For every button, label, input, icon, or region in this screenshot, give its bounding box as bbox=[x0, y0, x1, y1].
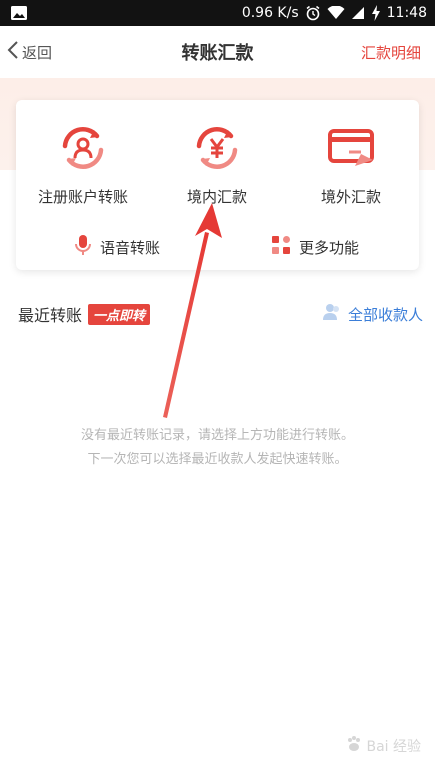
more-functions-button[interactable]: 更多功能 bbox=[271, 234, 359, 260]
network-speed: 0.96 K/s bbox=[241, 5, 299, 21]
domestic-remittance-button[interactable]: 境内汇款 bbox=[150, 122, 284, 207]
recent-transfers-title: 最近转账 bbox=[18, 306, 83, 325]
status-bar: 0.96 K/s 11:48 bbox=[0, 0, 435, 26]
wifi-icon bbox=[327, 6, 345, 20]
registered-account-transfer-button[interactable]: 注册账户转账 bbox=[16, 122, 150, 207]
account-transfer-icon bbox=[57, 122, 109, 174]
transfer-functions-card: 注册账户转账 境内汇款 境外汇款 语音转账 更多功能 bbox=[16, 100, 419, 270]
grid-icon bbox=[271, 235, 291, 259]
image-notification-icon bbox=[10, 5, 28, 21]
overseas-remittance-button[interactable]: 境外汇款 bbox=[284, 122, 418, 207]
all-payees-label: 全部收款人 bbox=[347, 305, 423, 324]
back-label: 返回 bbox=[22, 43, 53, 62]
voice-transfer-button[interactable]: 语音转账 bbox=[74, 234, 160, 260]
microphone-icon bbox=[74, 234, 92, 260]
watermark: Bai 经验 bbox=[345, 735, 421, 757]
paw-icon bbox=[345, 735, 363, 757]
chevron-left-icon bbox=[6, 40, 20, 64]
signal-icon bbox=[351, 6, 365, 20]
function-label: 境内汇款 bbox=[186, 188, 247, 206]
empty-hint-line1: 没有最近转账记录，请选择上方功能进行转账。 bbox=[80, 428, 354, 443]
empty-hint-line2: 下一次您可以选择最近收款人发起快速转账。 bbox=[87, 452, 348, 467]
back-button[interactable]: 返回 bbox=[6, 26, 52, 78]
yuan-exchange-icon bbox=[191, 122, 243, 174]
more-functions-label: 更多功能 bbox=[299, 238, 360, 257]
overseas-card-icon bbox=[325, 122, 377, 174]
all-payees-button[interactable]: 全部收款人 bbox=[322, 302, 423, 326]
remittance-details-link[interactable]: 汇款明细 bbox=[361, 26, 421, 78]
battery-charging-icon bbox=[371, 5, 381, 21]
alarm-icon bbox=[305, 5, 321, 21]
function-label: 境外汇款 bbox=[320, 188, 381, 206]
nav-bar: 返回 转账汇款 汇款明细 bbox=[0, 26, 435, 78]
person-icon bbox=[322, 302, 342, 326]
recent-transfers-header: 最近转账 一点即转 bbox=[18, 302, 151, 326]
watermark-text: Bai 经验 bbox=[366, 739, 421, 755]
clock: 11:48 bbox=[386, 5, 427, 21]
function-label: 注册账户转账 bbox=[37, 188, 128, 206]
quick-transfer-badge: 一点即转 bbox=[88, 303, 151, 325]
voice-transfer-label: 语音转账 bbox=[100, 238, 161, 257]
